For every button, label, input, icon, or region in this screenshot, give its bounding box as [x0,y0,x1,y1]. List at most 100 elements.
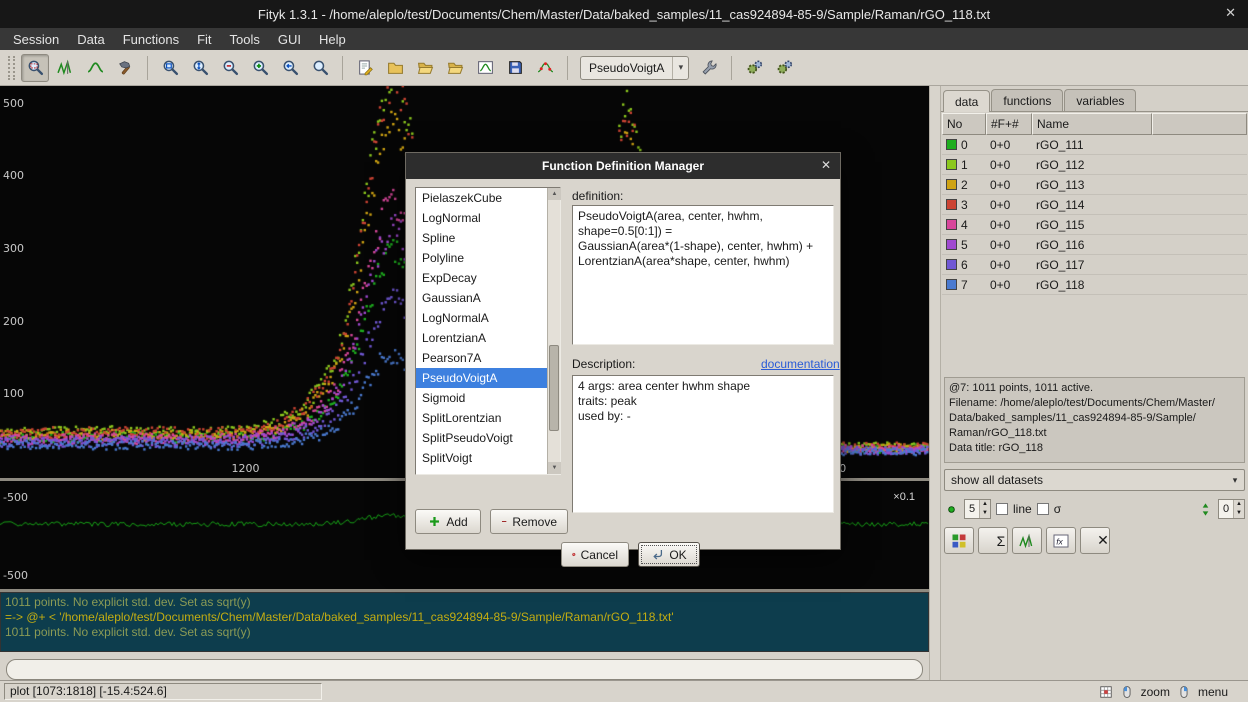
add-peak-mode-button[interactable] [111,54,139,82]
zoom-previous-button[interactable] [276,54,304,82]
scrollbar-thumb[interactable] [549,345,559,431]
function-list-item[interactable]: PseudoVoigtA [416,368,547,388]
column-header-functions[interactable]: #F+# [986,113,1032,135]
dataset-row[interactable]: 0 0+0 rGO_111 [942,135,1247,155]
dataset-color-swatch[interactable] [946,219,957,230]
dataset-color-swatch[interactable] [946,239,957,250]
function-list-item[interactable]: SplitVoigt [416,448,547,468]
formula-button[interactable] [1046,527,1076,554]
dataset-row[interactable]: 4 0+0 rGO_115 [942,215,1247,235]
dataset-row[interactable]: 3 0+0 rGO_114 [942,195,1247,215]
dataset-color-swatch[interactable] [946,139,957,150]
column-header-name[interactable]: Name [1032,113,1152,135]
sidebar-tab[interactable]: variables [1064,89,1136,111]
spin-down-icon[interactable]: ▼ [1234,509,1244,518]
shift-spinner[interactable]: 0 ▲▼ [1218,499,1245,519]
function-list-item[interactable]: Polyline [416,248,547,268]
sigma-checkbox[interactable] [1037,503,1049,515]
function-list-item[interactable]: Pearson7A [416,348,547,368]
window-close-icon[interactable]: ✕ [1225,5,1236,21]
menu-item[interactable]: Fit [188,30,220,49]
show-peaks-button[interactable] [1012,527,1042,554]
shift-up-down-icon[interactable] [1198,502,1213,517]
remove-button[interactable]: Remove [490,509,568,534]
function-list-item[interactable]: LogNormal [416,208,547,228]
function-list-item[interactable]: Spline [416,228,547,248]
add-button[interactable]: Add [415,509,481,534]
dataset-color-swatch[interactable] [946,259,957,270]
zoom-in-button[interactable] [246,54,274,82]
definition-editor[interactable]: PseudoVoigtA(area, center, hwhm, shape=0… [572,205,834,345]
dataset-row[interactable]: 6 0+0 rGO_117 [942,255,1247,275]
data-append-button[interactable] [441,54,469,82]
session-load-button[interactable] [381,54,409,82]
spin-down-icon[interactable]: ▼ [980,509,990,518]
dataset-row[interactable]: 7 0+0 rGO_118 [942,275,1247,295]
function-list-item[interactable]: Sigmoid [416,388,547,408]
function-list-item[interactable]: PielaszekCube [416,188,547,208]
menu-item[interactable]: Data [68,30,113,49]
ok-button[interactable]: OK [638,542,700,567]
run-script-button[interactable] [740,54,768,82]
scroll-up-icon[interactable]: ▲ [548,188,561,200]
dataset-name: rGO_114 [1032,198,1192,212]
scroll-down-icon[interactable]: ▼ [548,462,561,474]
full-view-button[interactable] [306,54,334,82]
define-functions-button[interactable] [695,54,723,82]
sum-button[interactable]: Σ [978,527,1008,554]
function-list-item[interactable]: ExpDecay [416,268,547,288]
dataset-color-swatch[interactable] [946,199,957,210]
zoom-mode-button[interactable] [21,54,49,82]
dataset-filter-select[interactable]: show all datasets ▾ [944,469,1245,491]
run-stop-button[interactable] [770,54,798,82]
sidebar-tab[interactable]: functions [991,89,1063,111]
dataset-row[interactable]: 1 0+0 rGO_112 [942,155,1247,175]
dataset-color-swatch[interactable] [946,279,957,290]
function-list-item[interactable]: SplitLorentzian [416,408,547,428]
data-load-button[interactable] [411,54,439,82]
function-type-select[interactable]: PseudoVoigtA ▾ [580,56,689,80]
menu-item[interactable]: Session [4,30,68,49]
dataset-color-swatch[interactable] [946,159,957,170]
toolbar-grip[interactable] [8,56,15,80]
menu-item[interactable]: GUI [269,30,310,49]
sidebar-tab[interactable]: data [943,90,990,112]
zoom-rect-icon [27,59,44,76]
data-range-mode-button[interactable] [51,54,79,82]
menu-item[interactable]: Functions [114,30,188,49]
vertical-splitter[interactable] [929,86,941,680]
dataset-color-swatch[interactable] [946,179,957,190]
zoom-out-button[interactable] [216,54,244,82]
zoom-vertical-button[interactable] [186,54,214,82]
spin-up-icon[interactable]: ▲ [980,500,990,509]
function-list-item[interactable]: LogNormalA [416,308,547,328]
function-list-item[interactable]: SplitPseudoVoigt [416,428,547,448]
gears-icon [746,59,763,76]
command-input[interactable] [6,659,923,680]
session-save-button[interactable] [501,54,529,82]
function-list-scrollbar[interactable]: ▲ ▼ [547,188,560,474]
pixel-info-icon[interactable] [1099,685,1113,699]
status-mouse-hints: zoom menu [1099,685,1244,699]
function-list-item[interactable]: LorentzianA [416,328,547,348]
function-list-item[interactable]: GaussianA [416,288,547,308]
menu-item[interactable]: Tools [221,30,269,49]
zoom-all-button[interactable] [156,54,184,82]
documentation-link[interactable]: documentation [761,357,840,371]
output-console[interactable]: 1011 points. No explicit std. dev. Set a… [0,592,929,652]
script-editor-button[interactable] [351,54,379,82]
column-header-no[interactable]: No [942,113,986,135]
dataset-colors-button[interactable] [944,527,974,554]
cancel-button[interactable]: Cancel [561,542,629,567]
data-editor-button[interactable] [531,54,559,82]
spin-up-icon[interactable]: ▲ [1234,500,1244,509]
line-checkbox[interactable] [996,503,1008,515]
image-save-button[interactable] [471,54,499,82]
dataset-row[interactable]: 5 0+0 rGO_116 [942,235,1247,255]
dataset-row[interactable]: 2 0+0 rGO_113 [942,175,1247,195]
baseline-mode-button[interactable] [81,54,109,82]
dialog-close-icon[interactable]: ✕ [821,158,831,172]
point-size-spinner[interactable]: 5 ▲▼ [964,499,991,519]
delete-dataset-button[interactable]: ✕ [1080,527,1110,554]
menu-item[interactable]: Help [310,30,355,49]
